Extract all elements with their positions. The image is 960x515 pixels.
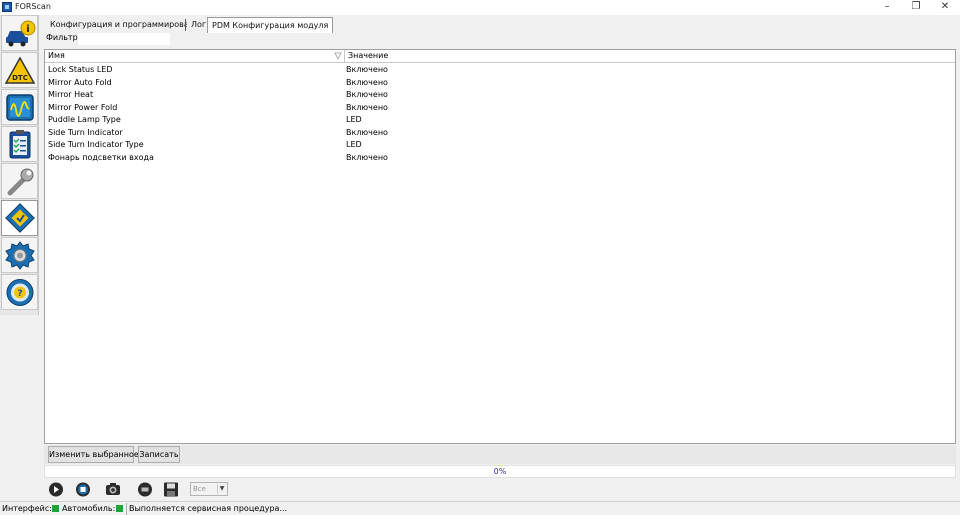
filter-select[interactable]: Все ▼ — [190, 482, 228, 496]
table-header: Имя Значение — [45, 50, 955, 63]
row-name-cell: Side Turn Indicator — [48, 127, 123, 137]
edit-selected-button[interactable]: Изменить выбранное — [48, 446, 139, 463]
row-value-cell: LED — [346, 140, 362, 149]
row-value-cell: Включено — [346, 152, 388, 162]
record-button[interactable] — [135, 481, 155, 498]
table-row[interactable]: Mirror Auto Fold Включено — [45, 77, 955, 90]
interface-status-label: Интерфейс: — [2, 504, 52, 513]
svg-text:i: i — [26, 24, 29, 35]
settings-gear-icon — [5, 241, 35, 270]
title-bar: FORScan – ❐ ✕ — [0, 0, 960, 15]
filter-select-value: Все — [193, 485, 206, 493]
play-icon — [49, 482, 63, 497]
interface-status-led — [52, 505, 59, 512]
table-row[interactable]: Side Turn Indicator Type LED — [45, 139, 955, 152]
sidebar: i DTC ? — [0, 15, 39, 315]
row-value-cell: Включено — [346, 90, 388, 99]
sidebar-item-oscilloscope[interactable] — [1, 89, 38, 125]
progress-bar: 0% — [44, 465, 956, 478]
help-icon: ? — [6, 279, 34, 306]
sidebar-item-settings[interactable] — [1, 237, 38, 273]
save-button[interactable] — [161, 481, 181, 498]
table-row[interactable]: Mirror Heat Включено — [45, 89, 955, 102]
vehicle-status-led — [116, 505, 123, 512]
oscilloscope-icon — [6, 94, 34, 121]
wrench-icon — [7, 168, 34, 196]
window-title: FORScan — [15, 2, 51, 11]
row-name-cell: Puddle Lamp Type — [48, 115, 121, 124]
tab-divider — [185, 19, 186, 31]
dtc-icon: DTC — [4, 56, 36, 84]
filter-input[interactable] — [78, 33, 170, 45]
record-icon — [138, 482, 152, 497]
row-value-cell: LED — [346, 115, 362, 124]
action-bar: Изменить выбранное Записать — [44, 445, 956, 464]
table-row[interactable]: Mirror Power Fold Включено — [45, 102, 955, 115]
restore-button[interactable]: ❐ — [901, 0, 931, 15]
svg-text:?: ? — [17, 289, 22, 299]
sidebar-item-checklist[interactable] — [1, 126, 38, 162]
sidebar-item-module-config[interactable] — [1, 200, 38, 236]
row-name-cell: Lock Status LED — [48, 65, 113, 74]
sidebar-item-dtc[interactable]: DTC — [1, 52, 38, 88]
play-button[interactable] — [46, 481, 66, 498]
write-button[interactable]: Записать — [138, 446, 180, 463]
car-info-icon: i — [6, 20, 36, 47]
camera-icon — [106, 483, 120, 495]
table-row[interactable]: Side Turn Indicator Включено — [45, 127, 955, 140]
status-message: Выполняется сервисная процедура... — [129, 504, 288, 513]
config-table: Имя Значение Lock Status LED Включено Mirr… — [44, 49, 956, 444]
app-icon — [2, 2, 12, 12]
table-body: Lock Status LED Включено Mirror Auto Fold В… — [45, 64, 955, 164]
camera-button[interactable] — [103, 481, 123, 498]
row-value-cell: Включено — [346, 65, 388, 74]
sidebar-item-help[interactable]: ? — [1, 274, 38, 310]
status-bar: Интерфейс: Автомобиль: Выполняется серви… — [0, 501, 960, 515]
sort-icon — [334, 52, 342, 60]
column-header-name[interactable]: Имя — [45, 50, 344, 62]
row-name-cell: Mirror Power Fold — [48, 102, 118, 112]
vehicle-status-label: Автомобиль: — [62, 504, 116, 513]
table-row[interactable]: Фонарь подсветки входа Включено — [45, 152, 955, 165]
table-row[interactable]: Puddle Lamp Type LED — [45, 114, 955, 127]
stop-icon — [76, 482, 90, 497]
close-button[interactable]: ✕ — [930, 0, 960, 15]
filter-label: Фильтр: — [46, 33, 81, 42]
column-header-value[interactable]: Значение — [345, 50, 955, 62]
tab-pdm-module-config[interactable]: PDM Конфигурация модуля — [207, 17, 334, 33]
status-divider — [126, 503, 127, 515]
stop-button[interactable] — [73, 481, 93, 498]
row-value-cell: Включено — [346, 77, 388, 87]
minimize-button[interactable]: – — [872, 0, 902, 15]
chevron-down-icon: ▼ — [217, 484, 226, 494]
row-name-cell: Side Turn Indicator Type — [48, 140, 144, 149]
save-icon — [164, 482, 178, 497]
row-name-cell: Mirror Heat — [48, 90, 94, 99]
table-row[interactable]: Lock Status LED Включено — [45, 64, 955, 77]
sidebar-item-vehicle-info[interactable]: i — [1, 15, 38, 51]
module-config-icon — [5, 203, 35, 233]
progress-text: 0% — [493, 467, 507, 476]
row-value-cell: Включено — [346, 102, 388, 112]
sidebar-item-service[interactable] — [1, 163, 38, 199]
checklist-icon — [9, 130, 31, 159]
row-name-cell: Фонарь подсветки входа — [48, 152, 154, 162]
row-name-cell: Mirror Auto Fold — [48, 77, 112, 87]
row-value-cell: Включено — [346, 127, 388, 137]
tab-config-programming[interactable]: Конфигурация и программирование — [46, 17, 209, 33]
svg-text:DTC: DTC — [12, 74, 28, 82]
